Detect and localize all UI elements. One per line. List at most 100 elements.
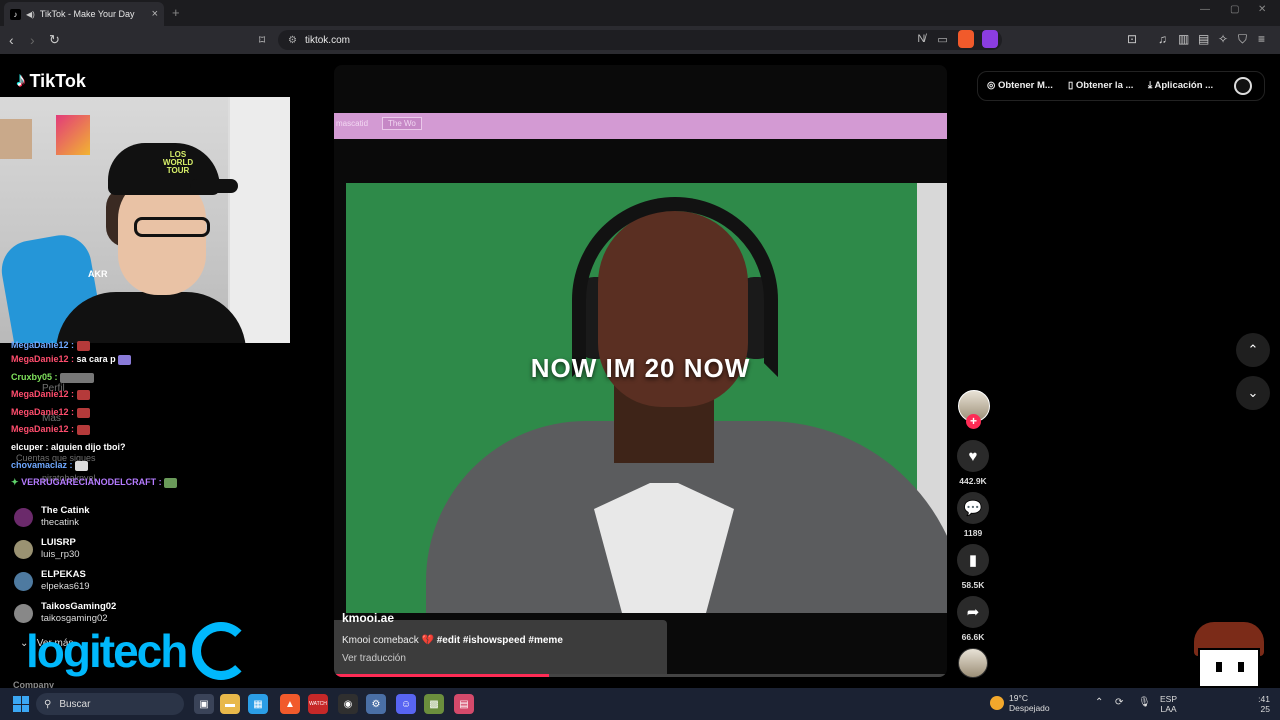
- tab-title: TikTok - Make Your Day: [39, 9, 135, 19]
- account-name: The Catink: [41, 505, 90, 516]
- active-app-icon[interactable]: ▤: [454, 694, 474, 714]
- chat-message: Cruxby05 :: [11, 372, 95, 383]
- clock-time: :41: [1258, 694, 1270, 704]
- weather-widget[interactable]: 19°C Despejado: [990, 693, 1050, 713]
- brave-shields-icon[interactable]: [958, 30, 974, 48]
- see-translation-link[interactable]: Ver traducción: [342, 653, 406, 664]
- avatar: [14, 507, 33, 527]
- heart-icon: ♥: [968, 447, 978, 465]
- chat-message: MegaDanie12 :: [11, 424, 90, 435]
- chevron-down-icon: ⌄: [1247, 385, 1259, 400]
- webcam-overlay: AKR LOS WORLD TOUR: [0, 97, 290, 343]
- weather-sun-icon: [990, 696, 1004, 710]
- minecraft-icon[interactable]: ▩: [424, 694, 444, 714]
- mascot-eye: [1216, 662, 1222, 672]
- media-icon[interactable]: ♫: [1158, 32, 1167, 46]
- tiktok-logo[interactable]: ♪ TikTok: [16, 70, 86, 92]
- tray-overflow-icon[interactable]: ⌃: [1095, 697, 1103, 708]
- video-author[interactable]: kmooi.ae: [342, 611, 394, 625]
- store-icon[interactable]: ▦: [248, 694, 268, 714]
- discord-icon[interactable]: ☺: [396, 694, 416, 714]
- wallet-icon[interactable]: ▤: [1198, 32, 1209, 46]
- chat-user: MegaDanie12 :: [11, 389, 75, 399]
- share-button[interactable]: ➦: [957, 596, 989, 628]
- chat-user: MegaDanie12 :: [11, 407, 75, 417]
- site-info-icon[interactable]: ⚙: [288, 35, 297, 46]
- brave-rewards-icon[interactable]: [982, 30, 998, 48]
- sidebar-toggle-icon[interactable]: ▥: [1178, 32, 1189, 46]
- microphone-icon[interactable]: 🎙: [1138, 697, 1151, 708]
- chevron-up-icon: ⌃: [1247, 342, 1259, 357]
- emote-icon: [76, 407, 90, 418]
- windows-taskbar: ⚲ Buscar ▣ ▬ ▦ ▲ WATCH ◉ ⚙ ☺ ▩ ▤ 19°C De…: [0, 688, 1280, 720]
- maximize-icon[interactable]: ▢: [1230, 4, 1239, 15]
- close-tab-icon[interactable]: ×: [152, 8, 158, 20]
- get-coins-label: Obtener M...: [997, 80, 1053, 91]
- file-explorer-icon[interactable]: ▬: [220, 694, 240, 714]
- next-video-button[interactable]: ⌄: [1236, 376, 1270, 410]
- close-window-icon[interactable]: ✕: [1258, 4, 1266, 15]
- menu-icon[interactable]: ≡: [1258, 32, 1265, 46]
- video-inner-tabbar: mascatid The Wo: [334, 113, 947, 139]
- profile-avatar[interactable]: [1234, 77, 1252, 95]
- save-button[interactable]: ▮: [957, 544, 989, 576]
- account-name: LUISRP: [41, 537, 76, 548]
- minimize-icon[interactable]: —: [1200, 4, 1210, 15]
- browser-tabbar: ♪ ◀) TikTok - Make Your Day × + — ▢ ✕: [0, 0, 1280, 26]
- no-tracking-icon[interactable]: N̸: [917, 33, 925, 49]
- video-player[interactable]: mascatid The Wo NOW IM 20 NOW kmooi.ae K…: [334, 65, 947, 677]
- like-button[interactable]: ♥: [957, 440, 989, 472]
- emote-icon: [118, 354, 132, 365]
- taskbar-search[interactable]: ⚲ Buscar: [36, 693, 184, 715]
- music-disc-icon[interactable]: [958, 648, 988, 678]
- following-account[interactable]: The Catink thecatink: [14, 505, 90, 529]
- chat-user: VERRUGARECIANODELCRAFT :: [21, 477, 162, 487]
- streamer-body: [56, 292, 246, 343]
- chat-message: MegaDanie12 :: [11, 389, 90, 400]
- brave-browser-icon[interactable]: ▲: [280, 694, 300, 714]
- get-app-button[interactable]: ▯ Obtener la ...: [1068, 80, 1133, 91]
- reload-icon[interactable]: ↻: [49, 32, 60, 48]
- clock[interactable]: :41 25: [1250, 694, 1270, 714]
- follow-plus-icon[interactable]: +: [966, 414, 981, 429]
- vpn-shield-icon[interactable]: ⛉: [1238, 32, 1247, 47]
- video-caption: NOW IM 20 NOW: [530, 353, 751, 383]
- chat-message: ✦ VERRUGARECIANODELCRAFT :: [11, 477, 178, 488]
- comment-button[interactable]: 💬: [957, 492, 989, 524]
- windows-start-icon[interactable]: [13, 696, 29, 712]
- previous-video-button[interactable]: ⌃: [1236, 333, 1270, 367]
- chat-text: alguien dijo tboi?: [51, 442, 126, 452]
- back-icon[interactable]: ‹: [9, 32, 14, 48]
- chat-message: elcuper : alguien dijo tboi?: [11, 442, 126, 452]
- following-account[interactable]: ELPEKAS elpekas619: [14, 569, 90, 593]
- network-icon[interactable]: ⟳: [1115, 697, 1123, 708]
- youtube-watch-icon[interactable]: WATCH: [308, 694, 328, 714]
- art-poster: [56, 115, 90, 155]
- task-view-icon[interactable]: ▣: [194, 694, 214, 714]
- obs-icon[interactable]: ◉: [338, 694, 358, 714]
- language-indicator[interactable]: ESP LAA: [1160, 694, 1177, 714]
- chat-user: elcuper :: [11, 442, 49, 452]
- download-app-button[interactable]: ⤓ Aplicación ...: [1148, 80, 1213, 91]
- logitech-g-icon: [192, 622, 251, 680]
- leo-ai-icon[interactable]: ✧: [1218, 32, 1228, 46]
- video-progress-bar[interactable]: [334, 674, 947, 677]
- video-description: Kmooi comeback 💔 #edit #ishowspeed #meme: [342, 635, 563, 646]
- new-tab-button[interactable]: +: [172, 5, 180, 20]
- following-account[interactable]: LUISRP luis_rp30: [14, 537, 80, 561]
- bookmark-icon[interactable]: ⌑: [259, 32, 265, 48]
- address-bar[interactable]: ⚙ tiktok.com N̸ ▭ 文 ⇱: [278, 30, 1002, 50]
- weather-temp: 19°C: [1009, 693, 1028, 703]
- emote-icon: [76, 424, 90, 435]
- account-handle: thecatink: [41, 517, 80, 528]
- speaker-icon[interactable]: ◀): [26, 10, 35, 19]
- hashtags[interactable]: #edit #ishowspeed #meme: [437, 635, 563, 646]
- get-coins-button[interactable]: ◎ Obtener M...: [987, 80, 1053, 91]
- screenshot-icon[interactable]: ⊡: [1127, 32, 1137, 46]
- settings-gear-icon[interactable]: ⚙: [366, 694, 386, 714]
- forward-icon[interactable]: ›: [30, 32, 35, 48]
- account-name: TaikosGaming02: [41, 601, 117, 612]
- cast-icon[interactable]: ▭: [937, 33, 947, 49]
- browser-tab[interactable]: ♪ ◀) TikTok - Make Your Day ×: [4, 2, 164, 26]
- sub-badge-icon: ✦: [11, 477, 19, 487]
